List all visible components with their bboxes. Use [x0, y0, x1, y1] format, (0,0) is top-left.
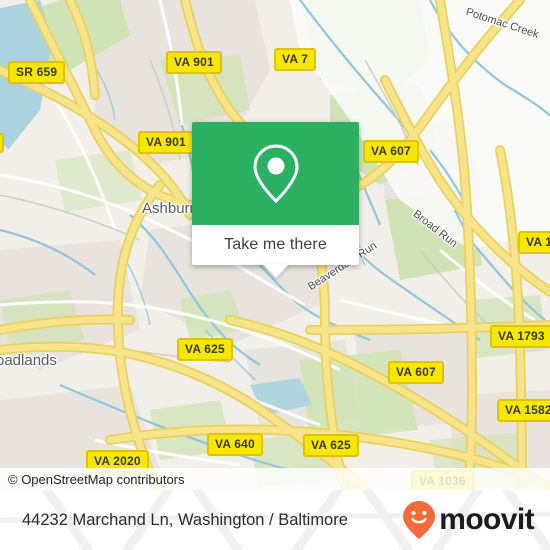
- road-shield-va-607-south[interactable]: VA 607: [388, 361, 444, 384]
- map-pin-icon: [252, 143, 299, 203]
- destination-popup-card[interactable]: Take me there: [192, 122, 359, 278]
- osm-attribution[interactable]: © OpenStreetMap contributors: [8, 472, 185, 487]
- footer-bar: 44232 Marchand Ln, Washington / Baltimor…: [0, 490, 550, 550]
- moovit-logo[interactable]: moovit: [402, 490, 535, 550]
- road-shield-va-625-west[interactable]: VA 625: [177, 338, 233, 361]
- moovit-smiley-pin-icon: [403, 501, 436, 539]
- map-viewport[interactable]: Potomac Creek Broad Run Beaverdam Run As…: [0, 0, 550, 490]
- footer-address: 44232 Marchand Ln, Washington / Baltimor…: [22, 490, 348, 550]
- road-shield-sr-659[interactable]: SR 659: [8, 61, 66, 84]
- screenshot-root: Potomac Creek Broad Run Beaverdam Run As…: [0, 0, 550, 550]
- place-label-broadlands: oadlands: [0, 352, 57, 369]
- road-shield-va-625-south[interactable]: VA 625: [303, 434, 359, 457]
- road-shield-va-640[interactable]: VA 640: [207, 433, 263, 456]
- road-shield-va-1582[interactable]: VA 1582: [497, 399, 550, 422]
- road-shield-va-1793[interactable]: VA 1793: [490, 325, 550, 348]
- place-label-ashburn: Ashburn: [142, 200, 198, 217]
- take-me-there-label: Take me there: [224, 236, 327, 253]
- popup-card-action[interactable]: Take me there: [192, 225, 359, 278]
- road-shield-va-7[interactable]: VA 7: [274, 48, 317, 71]
- popup-card-header: [192, 122, 359, 225]
- moovit-wordmark: moovit: [439, 503, 534, 536]
- popup-card-tail: [262, 264, 289, 278]
- road-shield-va-607-north[interactable]: VA 607: [363, 140, 419, 163]
- road-shield-va-901-north[interactable]: VA 901: [166, 51, 222, 74]
- address-text: 44232 Marchand Ln, Washington / Baltimor…: [22, 510, 348, 529]
- road-shield-va-901-mid[interactable]: VA 901: [138, 131, 194, 154]
- road-shield-va-15[interactable]: VA 15: [518, 231, 550, 254]
- road-shield-clipped-left[interactable]: [0, 133, 4, 153]
